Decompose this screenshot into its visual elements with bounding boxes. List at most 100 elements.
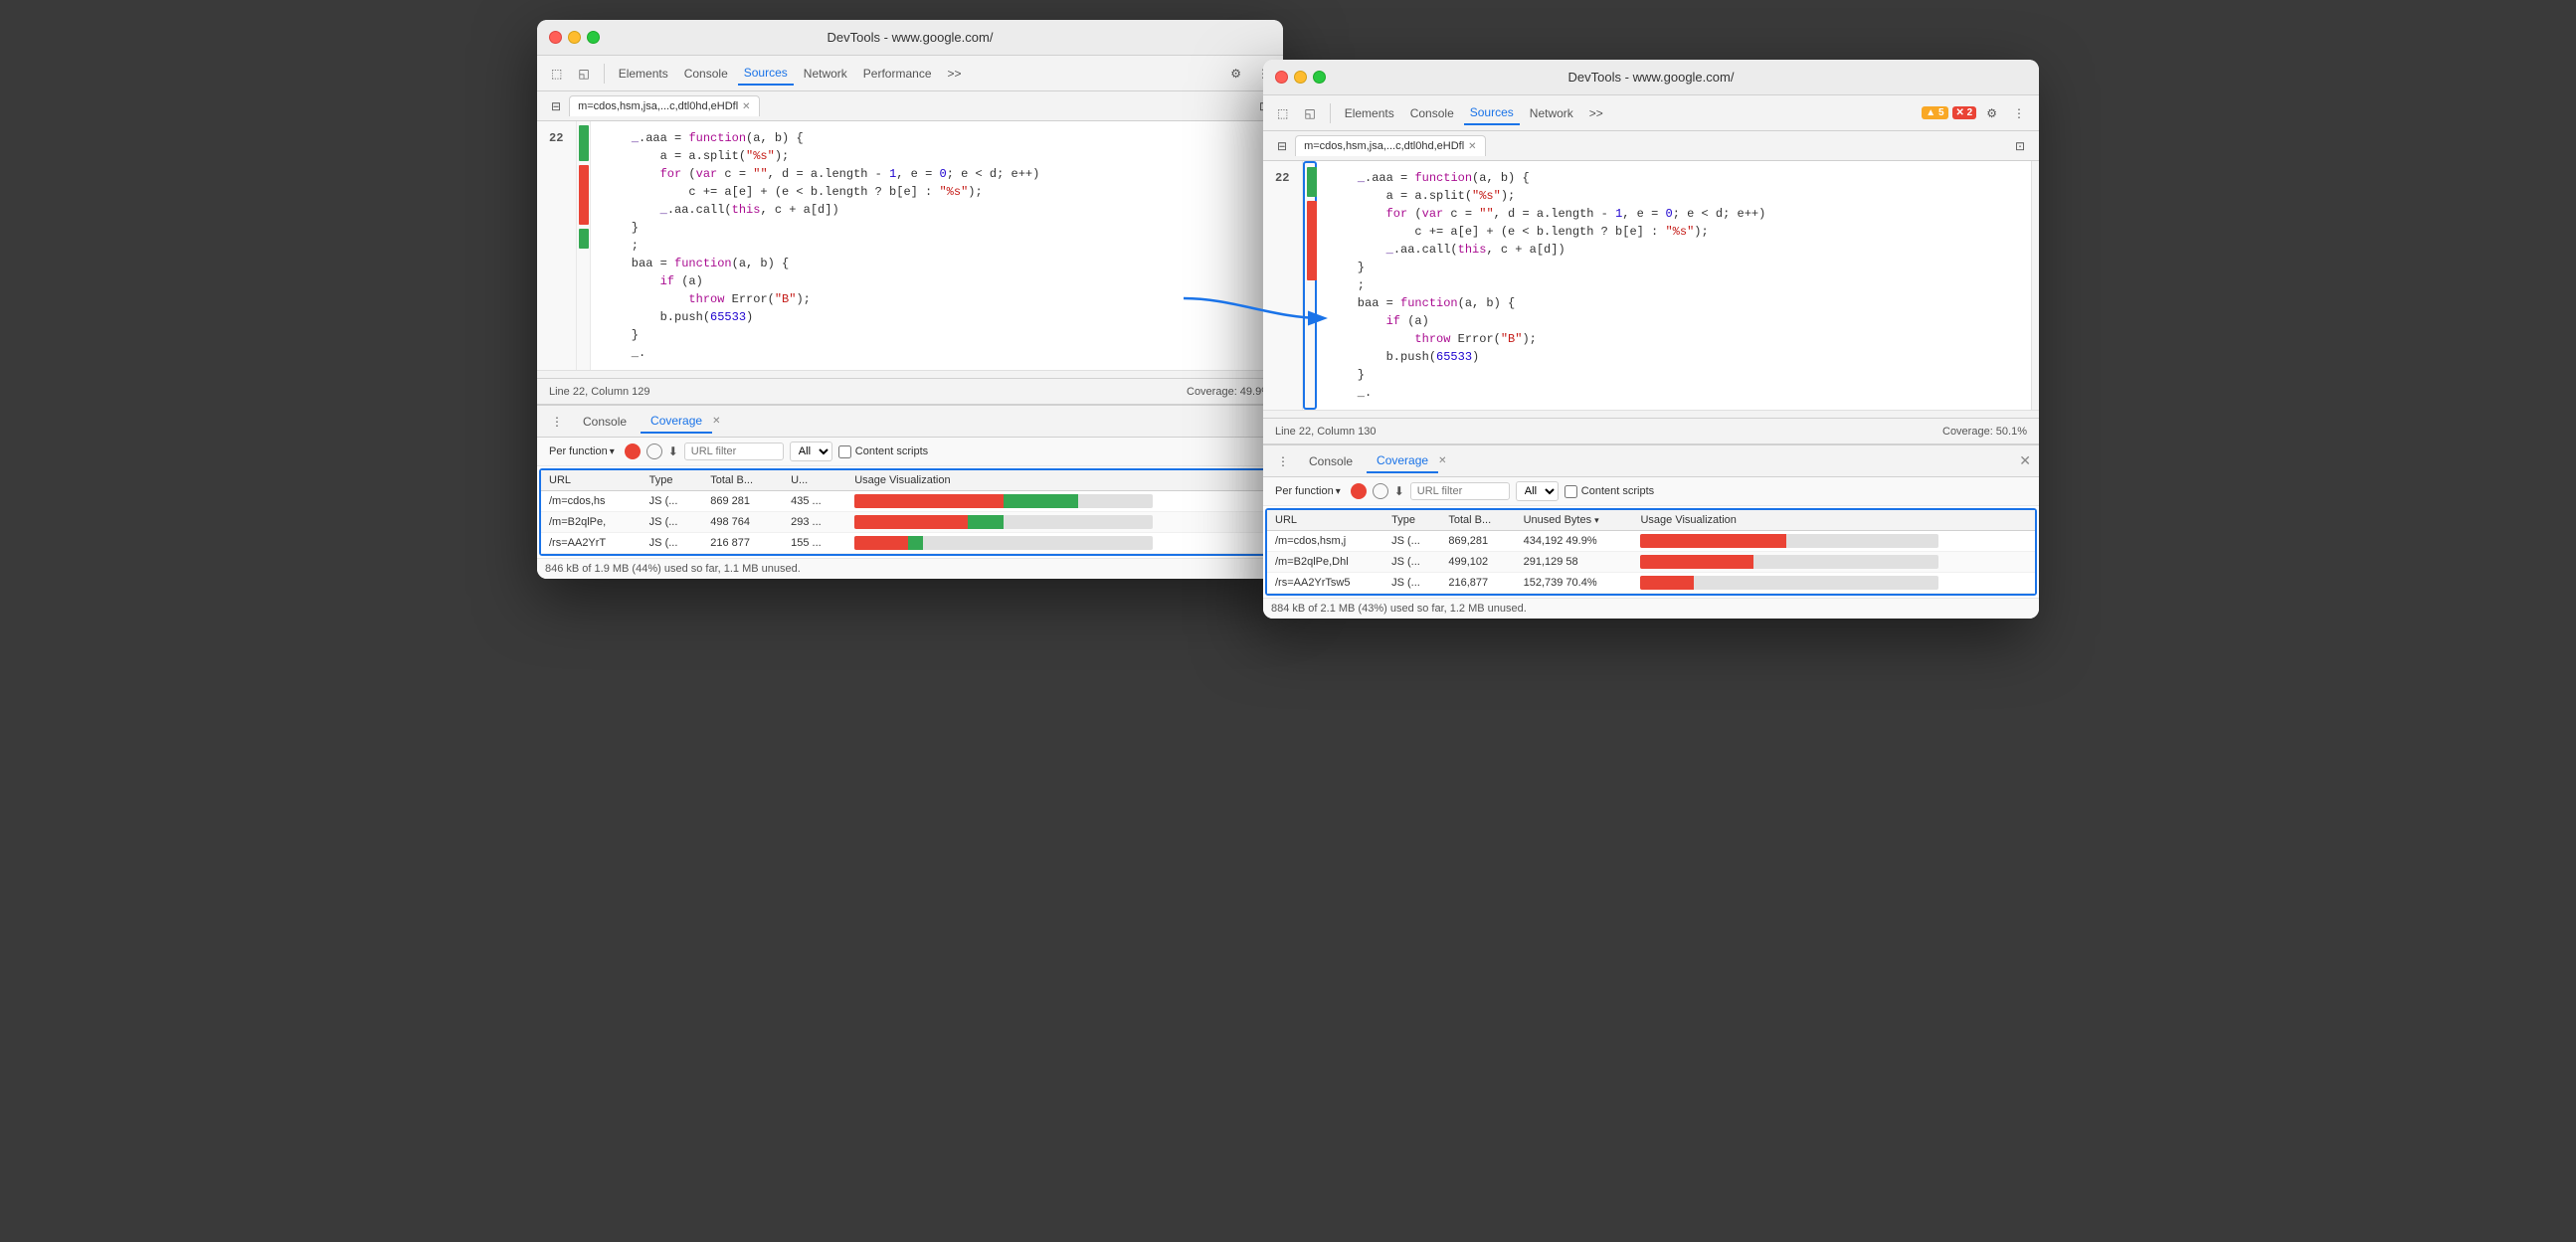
close-button[interactable] bbox=[549, 31, 562, 44]
minimize-button-right[interactable] bbox=[1294, 71, 1307, 84]
table-row[interactable]: /m=cdos,hs JS (... 869 281 435 ... bbox=[541, 491, 1279, 512]
right-panel-close-btn[interactable]: ✕ bbox=[2019, 452, 2031, 469]
right-coverage-table-highlight: URL Type Total B... Unused Bytes Usage V… bbox=[1265, 508, 2037, 596]
right-table-row-3[interactable]: /rs=AA2YrTsw5 JS (... 216,877 152,739 70… bbox=[1267, 573, 2035, 594]
cell-type: JS (... bbox=[642, 491, 703, 512]
right-file-tab[interactable]: m=cdos,hsm,jsa,...c,dtl0hd,eHDfl ✕ bbox=[1295, 135, 1485, 156]
right-collapse-icon[interactable]: ⊡ bbox=[2009, 135, 2031, 157]
gear-icon[interactable]: ⚙ bbox=[1224, 63, 1247, 85]
right-tab-network[interactable]: Network bbox=[1524, 102, 1579, 124]
right-url-filter-input[interactable] bbox=[1410, 482, 1510, 500]
right-col-total: Total B... bbox=[1440, 510, 1515, 531]
left-title-bar: DevTools - www.google.com/ bbox=[537, 20, 1283, 56]
cell-unused: 293 ... bbox=[783, 512, 846, 533]
cell-usage bbox=[846, 533, 1279, 554]
panel-tab-console[interactable]: Console bbox=[573, 411, 637, 433]
right-gear-icon[interactable]: ⚙ bbox=[1980, 102, 2003, 124]
right-devtools-window: DevTools - www.google.com/ ⬚ ◱ Elements … bbox=[1263, 60, 2039, 619]
per-function-button[interactable]: Per function bbox=[545, 444, 619, 459]
content-scripts-label[interactable]: Content scripts bbox=[838, 445, 928, 458]
right-panel-tab-console[interactable]: Console bbox=[1299, 450, 1363, 472]
right-per-function-button[interactable]: Per function bbox=[1271, 483, 1345, 499]
main-toolbar: ⬚ ◱ Elements Console Sources Network Per… bbox=[537, 56, 1283, 91]
minimize-button[interactable] bbox=[568, 31, 581, 44]
right-table-row-2[interactable]: /m=B2qlPe,Dhl JS (... 499,102 291,129 58 bbox=[1267, 552, 2035, 573]
file-tab[interactable]: m=cdos,hsm,jsa,...c,dtl0hd,eHDfl ✕ bbox=[569, 95, 759, 116]
right-tab-sources[interactable]: Sources bbox=[1464, 101, 1520, 125]
right-coverage-footer: 884 kB of 2.1 MB (43%) used so far, 1.2 … bbox=[1263, 598, 2039, 619]
sidebar-toggle[interactable]: ⊟ bbox=[545, 95, 567, 117]
tab-performance[interactable]: Performance bbox=[857, 63, 938, 85]
panel-more-icon[interactable]: ⋮ bbox=[545, 411, 569, 433]
right-sidebar-toggle[interactable]: ⊟ bbox=[1271, 135, 1293, 157]
right-cell-type-2: JS (... bbox=[1383, 552, 1440, 573]
coverage-red-segment bbox=[579, 165, 589, 225]
right-file-tab-close[interactable]: ✕ bbox=[1468, 141, 1476, 152]
coverage-green-segment2 bbox=[579, 229, 589, 249]
more-tabs[interactable]: >> bbox=[942, 63, 968, 85]
right-code-editor: 22 bbox=[1263, 161, 2039, 410]
clear-button[interactable] bbox=[646, 444, 662, 459]
right-status-bar: Line 22, Column 130 Coverage: 50.1% bbox=[1263, 418, 2039, 444]
inspect-icon[interactable]: ⬚ bbox=[545, 63, 568, 85]
panel-tab-bar: ⋮ Console Coverage ✕ ✕ bbox=[537, 406, 1283, 438]
right-tab-console[interactable]: Console bbox=[1404, 102, 1460, 124]
device-icon[interactable]: ◱ bbox=[572, 63, 595, 85]
file-tab-close[interactable]: ✕ bbox=[742, 101, 750, 112]
tab-network[interactable]: Network bbox=[798, 63, 853, 85]
right-horizontal-scrollbar[interactable] bbox=[1263, 410, 2039, 418]
all-dropdown[interactable]: All bbox=[790, 442, 832, 461]
right-cell-usage-3 bbox=[1632, 573, 2035, 594]
used-bar bbox=[854, 515, 968, 529]
right-download-icon[interactable] bbox=[1394, 484, 1404, 498]
right-device-icon[interactable]: ◱ bbox=[1298, 102, 1321, 124]
horizontal-scrollbar[interactable] bbox=[537, 370, 1283, 378]
cell-type: JS (... bbox=[642, 533, 703, 554]
maximize-button-right[interactable] bbox=[1313, 71, 1326, 84]
right-scrollbar[interactable] bbox=[2031, 161, 2039, 410]
right-window-title: DevTools - www.google.com/ bbox=[1568, 70, 1735, 85]
right-content-scripts-checkbox[interactable] bbox=[1564, 485, 1577, 498]
right-record-button[interactable] bbox=[1351, 483, 1367, 499]
close-button-right[interactable] bbox=[1275, 71, 1288, 84]
right-panel-tab-coverage[interactable]: Coverage bbox=[1367, 449, 1438, 473]
tab-console[interactable]: Console bbox=[678, 63, 734, 85]
right-clear-button[interactable] bbox=[1373, 483, 1388, 499]
record-button[interactable] bbox=[625, 444, 641, 459]
code-content: _.aaa = function(a, b) { a = a.split("%s… bbox=[591, 121, 1275, 370]
file-tab-bar: ⊟ m=cdos,hsm,jsa,...c,dtl0hd,eHDfl ✕ ⊡ bbox=[537, 91, 1283, 121]
coverage-table-highlight: URL Type Total B... U... Usage Visualiza… bbox=[539, 468, 1281, 556]
panel-toolbar: Per function All Content scripts bbox=[537, 438, 1283, 466]
right-panel-more-icon[interactable]: ⋮ bbox=[1271, 450, 1295, 472]
per-function-label: Per function bbox=[549, 445, 608, 457]
coverage-percentage: Coverage: 49.9% bbox=[1187, 386, 1271, 398]
right-coverage-table-container: URL Type Total B... Unused Bytes Usage V… bbox=[1263, 506, 2039, 598]
right-chevron-down-icon bbox=[1336, 485, 1341, 497]
right-more-icon[interactable]: ⋮ bbox=[2007, 102, 2031, 124]
extra-bar bbox=[968, 515, 1004, 529]
table-row[interactable]: /m=B2qlPe, JS (... 498 764 293 ... bbox=[541, 512, 1279, 533]
right-coverage-sidebar bbox=[1303, 161, 1317, 410]
right-cell-url-1: /m=cdos,hsm,j bbox=[1267, 531, 1383, 552]
right-all-dropdown[interactable]: All bbox=[1516, 481, 1559, 501]
content-scripts-checkbox[interactable] bbox=[838, 445, 851, 458]
panel-tab-coverage[interactable]: Coverage bbox=[641, 410, 712, 434]
code-editor: 22 bbox=[537, 121, 1283, 370]
url-filter-input[interactable] bbox=[684, 443, 784, 460]
col-unused: U... bbox=[783, 470, 846, 491]
coverage-close[interactable]: ✕ bbox=[712, 416, 720, 427]
download-icon[interactable] bbox=[668, 444, 678, 458]
right-tab-elements[interactable]: Elements bbox=[1339, 102, 1400, 124]
right-coverage-close[interactable]: ✕ bbox=[1438, 455, 1446, 466]
right-content-scripts-label[interactable]: Content scripts bbox=[1564, 485, 1654, 498]
right-table-row-1[interactable]: /m=cdos,hsm,j JS (... 869,281 434,192 49… bbox=[1267, 531, 2035, 552]
right-more-tabs[interactable]: >> bbox=[1583, 102, 1609, 124]
table-row[interactable]: /rs=AA2YrT JS (... 216 877 155 ... bbox=[541, 533, 1279, 554]
cell-total: 869 281 bbox=[702, 491, 783, 512]
right-inspect-icon[interactable]: ⬚ bbox=[1271, 102, 1294, 124]
right-cell-url-2: /m=B2qlPe,Dhl bbox=[1267, 552, 1383, 573]
maximize-button[interactable] bbox=[587, 31, 600, 44]
tab-sources[interactable]: Sources bbox=[738, 62, 794, 86]
right-used-bar-3 bbox=[1640, 576, 1694, 590]
tab-elements[interactable]: Elements bbox=[613, 63, 674, 85]
